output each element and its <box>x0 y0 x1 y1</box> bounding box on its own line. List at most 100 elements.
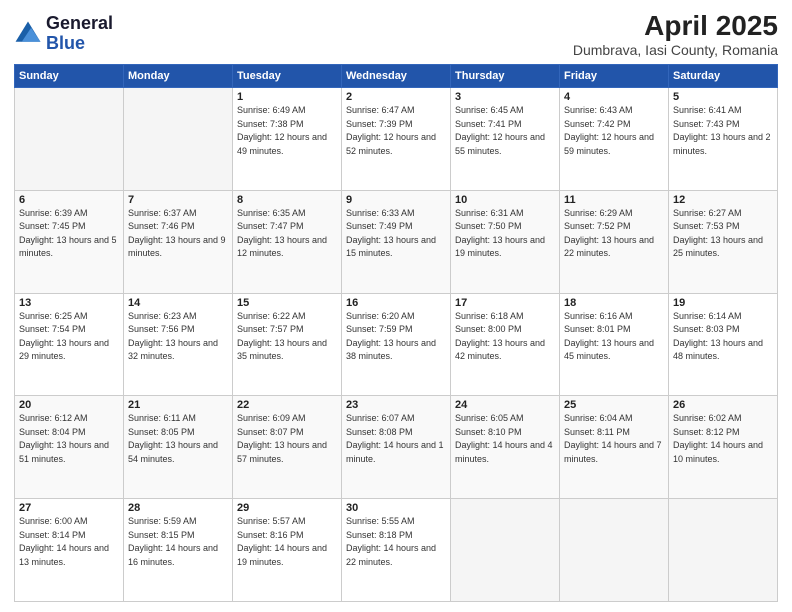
calendar-cell: 25Sunrise: 6:04 AMSunset: 8:11 PMDayligh… <box>560 396 669 499</box>
day-header-sunday: Sunday <box>15 65 124 88</box>
day-number: 5 <box>673 91 773 103</box>
day-number: 19 <box>673 297 773 309</box>
day-header-saturday: Saturday <box>669 65 778 88</box>
day-detail: Sunrise: 5:57 AMSunset: 8:16 PMDaylight:… <box>237 515 337 569</box>
day-detail: Sunrise: 6:05 AMSunset: 8:10 PMDaylight:… <box>455 412 555 466</box>
header: General Blue April 2025 Dumbrava, Iasi C… <box>14 10 778 58</box>
day-detail: Sunrise: 6:39 AMSunset: 7:45 PMDaylight:… <box>19 207 119 261</box>
day-detail: Sunrise: 5:55 AMSunset: 8:18 PMDaylight:… <box>346 515 446 569</box>
day-number: 20 <box>19 399 119 411</box>
calendar-cell: 5Sunrise: 6:41 AMSunset: 7:43 PMDaylight… <box>669 88 778 191</box>
day-detail: Sunrise: 6:33 AMSunset: 7:49 PMDaylight:… <box>346 207 446 261</box>
week-row-1: 1Sunrise: 6:49 AMSunset: 7:38 PMDaylight… <box>15 88 778 191</box>
day-number: 22 <box>237 399 337 411</box>
calendar-body: 1Sunrise: 6:49 AMSunset: 7:38 PMDaylight… <box>15 88 778 602</box>
calendar-cell: 28Sunrise: 5:59 AMSunset: 8:15 PMDayligh… <box>124 499 233 602</box>
day-number: 23 <box>346 399 446 411</box>
day-detail: Sunrise: 6:37 AMSunset: 7:46 PMDaylight:… <box>128 207 228 261</box>
day-number: 27 <box>19 502 119 514</box>
calendar-title: April 2025 <box>573 10 778 42</box>
day-number: 13 <box>19 297 119 309</box>
day-detail: Sunrise: 6:09 AMSunset: 8:07 PMDaylight:… <box>237 412 337 466</box>
calendar-cell: 27Sunrise: 6:00 AMSunset: 8:14 PMDayligh… <box>15 499 124 602</box>
day-number: 2 <box>346 91 446 103</box>
day-detail: Sunrise: 6:02 AMSunset: 8:12 PMDaylight:… <box>673 412 773 466</box>
day-detail: Sunrise: 6:25 AMSunset: 7:54 PMDaylight:… <box>19 310 119 364</box>
day-header-row: SundayMondayTuesdayWednesdayThursdayFrid… <box>15 65 778 88</box>
logo-icon <box>14 20 42 48</box>
day-number: 6 <box>19 194 119 206</box>
day-number: 10 <box>455 194 555 206</box>
day-number: 21 <box>128 399 228 411</box>
calendar-cell: 23Sunrise: 6:07 AMSunset: 8:08 PMDayligh… <box>342 396 451 499</box>
calendar-cell: 6Sunrise: 6:39 AMSunset: 7:45 PMDaylight… <box>15 190 124 293</box>
day-detail: Sunrise: 6:31 AMSunset: 7:50 PMDaylight:… <box>455 207 555 261</box>
calendar-cell: 1Sunrise: 6:49 AMSunset: 7:38 PMDaylight… <box>233 88 342 191</box>
day-detail: Sunrise: 6:35 AMSunset: 7:47 PMDaylight:… <box>237 207 337 261</box>
title-block: April 2025 Dumbrava, Iasi County, Romani… <box>573 10 778 58</box>
day-detail: Sunrise: 6:47 AMSunset: 7:39 PMDaylight:… <box>346 104 446 158</box>
day-detail: Sunrise: 6:04 AMSunset: 8:11 PMDaylight:… <box>564 412 664 466</box>
day-number: 1 <box>237 91 337 103</box>
day-detail: Sunrise: 6:41 AMSunset: 7:43 PMDaylight:… <box>673 104 773 158</box>
calendar-header: SundayMondayTuesdayWednesdayThursdayFrid… <box>15 65 778 88</box>
day-number: 26 <box>673 399 773 411</box>
day-detail: Sunrise: 6:00 AMSunset: 8:14 PMDaylight:… <box>19 515 119 569</box>
day-header-thursday: Thursday <box>451 65 560 88</box>
week-row-2: 6Sunrise: 6:39 AMSunset: 7:45 PMDaylight… <box>15 190 778 293</box>
day-number: 29 <box>237 502 337 514</box>
day-number: 14 <box>128 297 228 309</box>
day-header-wednesday: Wednesday <box>342 65 451 88</box>
day-number: 28 <box>128 502 228 514</box>
day-number: 16 <box>346 297 446 309</box>
day-detail: Sunrise: 6:22 AMSunset: 7:57 PMDaylight:… <box>237 310 337 364</box>
day-header-tuesday: Tuesday <box>233 65 342 88</box>
day-number: 7 <box>128 194 228 206</box>
calendar-cell <box>15 88 124 191</box>
calendar-cell: 22Sunrise: 6:09 AMSunset: 8:07 PMDayligh… <box>233 396 342 499</box>
calendar-cell: 2Sunrise: 6:47 AMSunset: 7:39 PMDaylight… <box>342 88 451 191</box>
day-detail: Sunrise: 6:29 AMSunset: 7:52 PMDaylight:… <box>564 207 664 261</box>
logo: General Blue <box>14 14 113 54</box>
logo-blue-text: Blue <box>46 33 85 53</box>
day-detail: Sunrise: 6:49 AMSunset: 7:38 PMDaylight:… <box>237 104 337 158</box>
day-detail: Sunrise: 6:14 AMSunset: 8:03 PMDaylight:… <box>673 310 773 364</box>
calendar-cell: 24Sunrise: 6:05 AMSunset: 8:10 PMDayligh… <box>451 396 560 499</box>
day-number: 15 <box>237 297 337 309</box>
calendar-cell: 29Sunrise: 5:57 AMSunset: 8:16 PMDayligh… <box>233 499 342 602</box>
day-number: 3 <box>455 91 555 103</box>
week-row-4: 20Sunrise: 6:12 AMSunset: 8:04 PMDayligh… <box>15 396 778 499</box>
calendar-cell <box>451 499 560 602</box>
day-number: 30 <box>346 502 446 514</box>
day-number: 9 <box>346 194 446 206</box>
calendar-cell: 9Sunrise: 6:33 AMSunset: 7:49 PMDaylight… <box>342 190 451 293</box>
day-number: 24 <box>455 399 555 411</box>
calendar-cell: 19Sunrise: 6:14 AMSunset: 8:03 PMDayligh… <box>669 293 778 396</box>
calendar-cell: 17Sunrise: 6:18 AMSunset: 8:00 PMDayligh… <box>451 293 560 396</box>
calendar-cell: 13Sunrise: 6:25 AMSunset: 7:54 PMDayligh… <box>15 293 124 396</box>
day-detail: Sunrise: 5:59 AMSunset: 8:15 PMDaylight:… <box>128 515 228 569</box>
calendar-subtitle: Dumbrava, Iasi County, Romania <box>573 42 778 58</box>
calendar-table: SundayMondayTuesdayWednesdayThursdayFrid… <box>14 64 778 602</box>
day-detail: Sunrise: 6:07 AMSunset: 8:08 PMDaylight:… <box>346 412 446 466</box>
day-number: 4 <box>564 91 664 103</box>
calendar-cell <box>560 499 669 602</box>
day-detail: Sunrise: 6:18 AMSunset: 8:00 PMDaylight:… <box>455 310 555 364</box>
calendar-cell: 18Sunrise: 6:16 AMSunset: 8:01 PMDayligh… <box>560 293 669 396</box>
day-detail: Sunrise: 6:43 AMSunset: 7:42 PMDaylight:… <box>564 104 664 158</box>
calendar-cell: 8Sunrise: 6:35 AMSunset: 7:47 PMDaylight… <box>233 190 342 293</box>
day-header-monday: Monday <box>124 65 233 88</box>
calendar-cell: 16Sunrise: 6:20 AMSunset: 7:59 PMDayligh… <box>342 293 451 396</box>
week-row-5: 27Sunrise: 6:00 AMSunset: 8:14 PMDayligh… <box>15 499 778 602</box>
day-number: 25 <box>564 399 664 411</box>
calendar-cell: 15Sunrise: 6:22 AMSunset: 7:57 PMDayligh… <box>233 293 342 396</box>
calendar-cell: 21Sunrise: 6:11 AMSunset: 8:05 PMDayligh… <box>124 396 233 499</box>
day-number: 12 <box>673 194 773 206</box>
week-row-3: 13Sunrise: 6:25 AMSunset: 7:54 PMDayligh… <box>15 293 778 396</box>
calendar-cell: 26Sunrise: 6:02 AMSunset: 8:12 PMDayligh… <box>669 396 778 499</box>
day-number: 18 <box>564 297 664 309</box>
calendar-cell: 4Sunrise: 6:43 AMSunset: 7:42 PMDaylight… <box>560 88 669 191</box>
day-detail: Sunrise: 6:23 AMSunset: 7:56 PMDaylight:… <box>128 310 228 364</box>
calendar-cell: 12Sunrise: 6:27 AMSunset: 7:53 PMDayligh… <box>669 190 778 293</box>
logo-general-text: General <box>46 13 113 33</box>
